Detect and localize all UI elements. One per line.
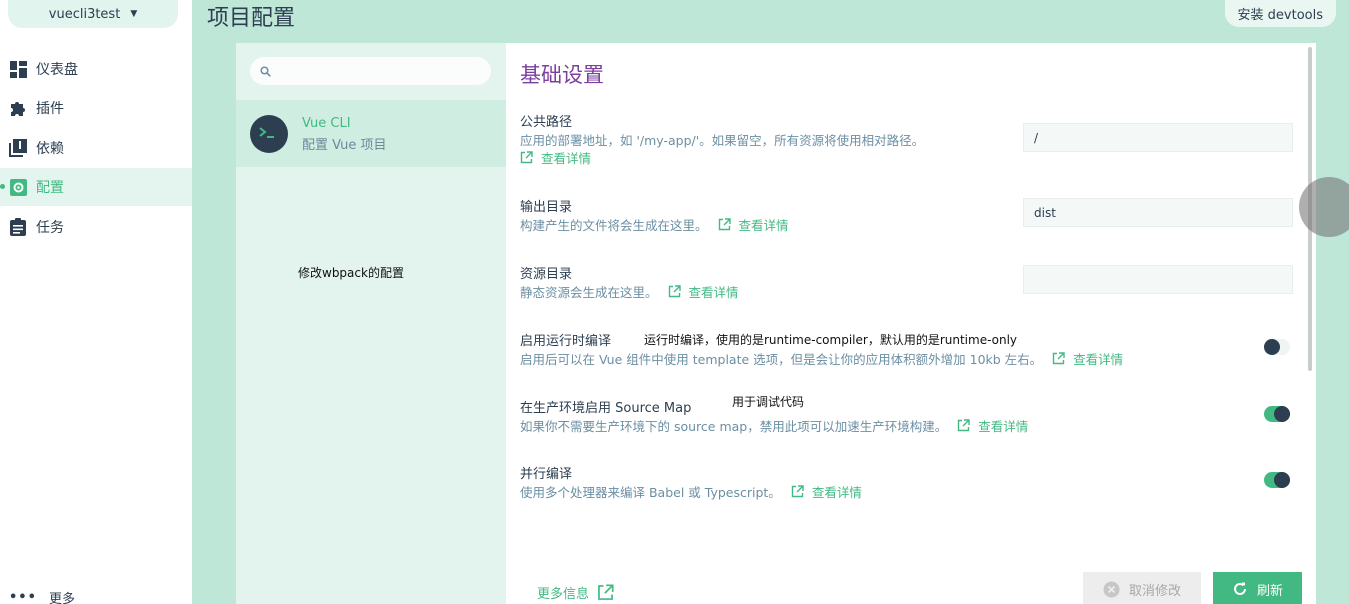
install-devtools-button[interactable]: 安装 devtools bbox=[1224, 0, 1336, 27]
setting-description: 应用的部署地址，如 '/my-app/'。如果留空，所有资源将使用相对路径。 bbox=[520, 133, 925, 148]
page-title: 项目配置 bbox=[207, 6, 296, 31]
setting-description: 构建产生的文件将会生成在这里。 bbox=[520, 218, 708, 233]
parallel-toggle[interactable] bbox=[1264, 472, 1290, 488]
setting-description-row: 如果你不需要生产环境下的 source map，禁用此项可以加速生产环境构建。 … bbox=[520, 416, 1028, 435]
external-link-icon bbox=[1052, 352, 1065, 365]
refresh-icon bbox=[1232, 581, 1248, 597]
setting-description-row: 启用后可以在 Vue 组件中使用 template 选项，但是会让你的应用体积额… bbox=[520, 349, 1123, 368]
webpack-annotation: 修改wbpack的配置 bbox=[298, 266, 404, 280]
caret-down-icon: ▼ bbox=[130, 9, 138, 19]
setting-label: 在生产环境启用 Source Map bbox=[520, 401, 692, 416]
setting-description: 使用多个处理器来编译 Babel 或 Typescript。 bbox=[520, 485, 781, 500]
toggle-knob bbox=[1274, 472, 1290, 488]
search-input[interactable] bbox=[279, 59, 479, 83]
more-info-link[interactable]: 更多信息 bbox=[537, 583, 614, 602]
external-link-icon bbox=[791, 485, 804, 498]
clipboard-icon bbox=[9, 218, 27, 236]
public-path-input[interactable] bbox=[1023, 123, 1293, 152]
toggle-knob bbox=[1274, 406, 1290, 422]
nav-item-tasks[interactable]: 任务 bbox=[0, 208, 192, 246]
nav-item-label: 插件 bbox=[36, 101, 64, 117]
settings-content: 基础设置 公共路径 应用的部署地址，如 '/my-app/'。如果留空，所有资源… bbox=[506, 43, 1316, 604]
external-link-icon bbox=[668, 285, 681, 298]
search-box[interactable] bbox=[250, 57, 491, 85]
details-row: 查看详情 bbox=[520, 148, 591, 167]
details-link[interactable]: 查看详情 bbox=[520, 148, 591, 167]
sourcemap-annotation: 用于调试代码 bbox=[732, 395, 805, 409]
settings-icon bbox=[9, 178, 27, 196]
config-item-name: Vue CLI bbox=[302, 116, 351, 131]
more-label: 更多 bbox=[48, 592, 75, 604]
library-icon bbox=[9, 139, 27, 157]
setting-description-row: 使用多个处理器来编译 Babel 或 Typescript。 查看详情 bbox=[520, 482, 862, 501]
details-link-label: 查看详情 bbox=[978, 419, 1029, 434]
config-panel: Vue CLI 配置 Vue 项目 修改wbpack的配置 基础设置 公共路径 … bbox=[236, 43, 1316, 604]
setting-description-row: 构建产生的文件将会生成在这里。 查看详情 bbox=[520, 215, 789, 234]
details-link[interactable]: 查看详情 bbox=[957, 416, 1028, 435]
setting-label: 公共路径 bbox=[520, 115, 573, 130]
nav-item-dashboard[interactable]: 仪表盘 bbox=[0, 50, 192, 88]
nav-item-label: 配置 bbox=[36, 180, 64, 196]
details-link-label: 查看详情 bbox=[688, 285, 739, 300]
nav-item-dependencies[interactable]: 依赖 bbox=[0, 129, 192, 167]
nav-item-label: 依赖 bbox=[36, 141, 64, 157]
external-link-icon bbox=[718, 218, 731, 231]
external-link-icon bbox=[520, 151, 533, 164]
section-title: 基础设置 bbox=[520, 63, 604, 87]
sidebar-nav: vuecli3test ▼ 仪表盘 插件 依赖 配置 任务 ••• 更多 bbox=[0, 0, 192, 604]
details-link[interactable]: 查看详情 bbox=[718, 215, 789, 234]
setting-label: 资源目录 bbox=[520, 267, 573, 282]
more-button[interactable]: ••• 更多 bbox=[9, 588, 75, 604]
nav-item-label: 任务 bbox=[36, 220, 64, 236]
details-link[interactable]: 查看详情 bbox=[668, 282, 739, 301]
setting-description: 如果你不需要生产环境下的 source map，禁用此项可以加速生产环境构建。 bbox=[520, 419, 948, 434]
setting-label: 输出目录 bbox=[520, 200, 573, 215]
details-link-label: 查看详情 bbox=[738, 218, 789, 233]
source-map-toggle[interactable] bbox=[1264, 406, 1290, 422]
external-link-icon bbox=[597, 584, 614, 601]
setting-description: 静态资源会生成在这里。 bbox=[520, 285, 658, 300]
vue-cli-logo-icon bbox=[250, 115, 288, 153]
project-name: vuecli3test bbox=[48, 6, 121, 22]
toggle-knob bbox=[1264, 339, 1280, 355]
puzzle-icon bbox=[9, 99, 27, 117]
external-link-icon bbox=[957, 419, 970, 432]
dashboard-icon bbox=[9, 60, 27, 78]
runtime-annotation: 运行时编译，使用的是runtime-compiler，默认用的是runtime-… bbox=[644, 333, 1018, 347]
refresh-label: 刷新 bbox=[1256, 583, 1283, 599]
config-item-description: 配置 Vue 项目 bbox=[302, 138, 387, 153]
setting-description-row: 静态资源会生成在这里。 查看详情 bbox=[520, 282, 739, 301]
details-link-label: 查看详情 bbox=[811, 485, 862, 500]
config-list: Vue CLI 配置 Vue 项目 修改wbpack的配置 bbox=[236, 43, 506, 604]
cancel-icon bbox=[1103, 581, 1120, 598]
nav-item-label: 仪表盘 bbox=[36, 62, 78, 78]
more-dots-icon: ••• bbox=[9, 590, 37, 604]
main-area: 项目配置 安装 devtools Vue CLI 配置 Vue 项目 修改wbp… bbox=[192, 0, 1349, 604]
cancel-label: 取消修改 bbox=[1128, 583, 1181, 599]
assets-dir-input[interactable] bbox=[1023, 265, 1293, 294]
more-info-label: 更多信息 bbox=[537, 587, 590, 602]
refresh-button[interactable]: 刷新 bbox=[1213, 572, 1302, 604]
cancel-changes-button[interactable]: 取消修改 bbox=[1083, 572, 1201, 604]
config-item-vue-cli[interactable]: Vue CLI 配置 Vue 项目 bbox=[236, 100, 506, 167]
setting-label: 并行编译 bbox=[520, 467, 573, 482]
runtime-compiler-toggle[interactable] bbox=[1264, 339, 1290, 355]
details-link[interactable]: 查看详情 bbox=[1052, 349, 1123, 368]
details-link[interactable]: 查看详情 bbox=[791, 482, 862, 501]
setting-label: 启用运行时编译 bbox=[520, 334, 612, 349]
search-icon bbox=[260, 62, 271, 81]
nav-item-plugins[interactable]: 插件 bbox=[0, 89, 192, 127]
setting-description: 启用后可以在 Vue 组件中使用 template 选项，但是会让你的应用体积额… bbox=[520, 352, 1043, 367]
output-dir-input[interactable] bbox=[1023, 198, 1293, 227]
details-link-label: 查看详情 bbox=[541, 151, 592, 166]
nav-item-configuration[interactable]: 配置 bbox=[0, 168, 192, 206]
project-selector[interactable]: vuecli3test ▼ bbox=[8, 0, 178, 28]
details-link-label: 查看详情 bbox=[1073, 352, 1124, 367]
